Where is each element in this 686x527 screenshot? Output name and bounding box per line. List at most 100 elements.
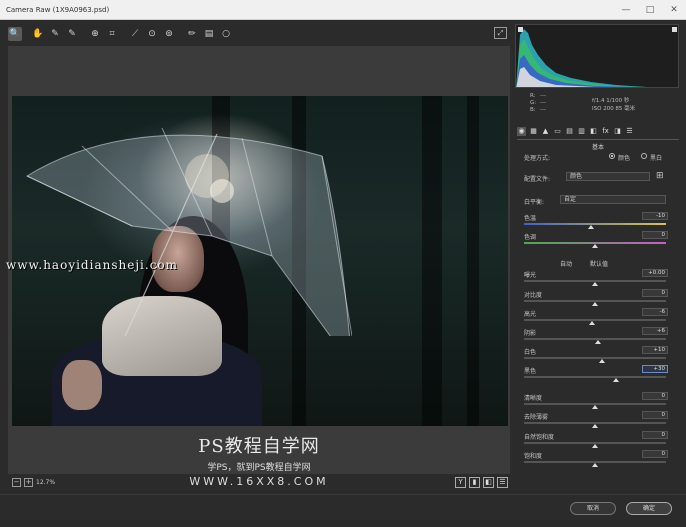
- targeted-adjustment-tool-icon[interactable]: ⊕: [88, 27, 102, 41]
- slider-value-input[interactable]: +30: [642, 365, 668, 373]
- slider-track[interactable]: [524, 376, 666, 382]
- slider-track[interactable]: [524, 461, 666, 467]
- profile-browser-icon[interactable]: ⊞: [656, 171, 668, 181]
- slider-thumb[interactable]: [592, 424, 598, 428]
- brand-watermark-url: WWW.16XX8.COM: [189, 475, 329, 488]
- slider-value-input[interactable]: 0: [642, 450, 668, 458]
- slider-thumb[interactable]: [587, 225, 594, 229]
- radial-filter-icon[interactable]: ○: [219, 27, 233, 41]
- detail-tab-icon[interactable]: ▲: [541, 127, 550, 136]
- hand-tool-icon[interactable]: ✋: [31, 27, 45, 41]
- slider-track[interactable]: [524, 223, 666, 229]
- basic-tab-icon[interactable]: ◉: [517, 126, 526, 136]
- close-button[interactable]: ✕: [662, 1, 686, 19]
- slider-value-input[interactable]: -10: [642, 212, 668, 220]
- slider-track[interactable]: [524, 422, 666, 428]
- slider-thumb[interactable]: [594, 340, 601, 344]
- auto-button[interactable]: 自动: [560, 261, 572, 268]
- slider-label: 去除薄雾: [524, 414, 549, 421]
- slider-label: 色温: [524, 215, 537, 222]
- slider-value-input[interactable]: 0: [642, 431, 668, 439]
- preview-preferences-button[interactable]: ☰: [497, 477, 508, 488]
- before-after-toggle-button[interactable]: Y: [455, 477, 466, 488]
- slider-track[interactable]: [524, 242, 666, 248]
- straighten-tool-icon[interactable]: ⟋: [128, 27, 142, 41]
- slider-row: 高光 -6: [524, 308, 674, 318]
- slider-thumb[interactable]: [592, 302, 598, 306]
- slider-thumb[interactable]: [592, 282, 598, 286]
- slider-thumb[interactable]: [592, 405, 598, 409]
- swap-view-button[interactable]: ▮: [469, 477, 480, 488]
- copy-settings-button[interactable]: ◧: [483, 477, 494, 488]
- maximize-button[interactable]: □: [638, 1, 662, 19]
- slider-value-input[interactable]: +10: [642, 346, 668, 354]
- treatment-color-radio[interactable]: [609, 153, 615, 159]
- slider-track[interactable]: [524, 403, 666, 409]
- zoom-in-button[interactable]: +: [24, 478, 33, 487]
- presets-tab-icon[interactable]: ☰: [625, 127, 634, 136]
- split-toning-tab-icon[interactable]: ▤: [565, 127, 574, 136]
- slider-track[interactable]: [524, 357, 666, 363]
- fx-tab-icon[interactable]: fx: [601, 127, 610, 136]
- slider-row: 清晰度 0: [524, 392, 674, 402]
- slider-thumb[interactable]: [592, 244, 598, 248]
- slider-track[interactable]: [524, 300, 666, 306]
- slider-thumb[interactable]: [592, 444, 598, 448]
- tone-curve-tab-icon[interactable]: ▦: [529, 127, 538, 136]
- slider-track[interactable]: [524, 338, 666, 344]
- cancel-button[interactable]: 取消: [570, 502, 616, 515]
- histogram: [515, 24, 679, 88]
- slider-row: 色温 -10: [524, 212, 674, 222]
- adjustment-brush-icon[interactable]: ✏: [185, 27, 199, 41]
- slider-value-input[interactable]: 0: [642, 289, 668, 297]
- spot-removal-tool-icon[interactable]: ⊙: [145, 27, 159, 41]
- default-button[interactable]: 默认值: [590, 261, 608, 268]
- zoom-level-select[interactable]: 12.7%: [36, 479, 60, 486]
- umbrella-graphic: [25, 127, 352, 336]
- white-balance-select[interactable]: 自定: [560, 195, 666, 204]
- slider-thumb[interactable]: [592, 463, 598, 467]
- slider-label: 对比度: [524, 292, 543, 299]
- profile-select[interactable]: 颜色: [566, 172, 650, 181]
- slider-thumb[interactable]: [599, 359, 606, 363]
- tree-trunk: [467, 96, 479, 426]
- slider-value-input[interactable]: 0: [642, 231, 668, 239]
- red-eye-tool-icon[interactable]: ⊚: [162, 27, 176, 41]
- b-value: ---: [540, 107, 546, 113]
- slider-thumb[interactable]: [613, 378, 620, 382]
- effects-tab-icon[interactable]: ◧: [589, 127, 598, 136]
- exposure-info: f/1.4 1/100 秒: [592, 98, 630, 104]
- shadow-clipping-warning-icon[interactable]: [518, 27, 523, 32]
- slider-track[interactable]: [524, 442, 666, 448]
- slider-thumb[interactable]: [589, 321, 596, 325]
- color-sampler-tool-icon[interactable]: ✎: [65, 27, 79, 41]
- calibration-tab-icon[interactable]: ◨: [613, 127, 622, 136]
- treatment-label: 处理方式:: [524, 155, 551, 162]
- graduated-filter-icon[interactable]: ▤: [202, 27, 216, 41]
- crop-tool-icon[interactable]: ⌗: [105, 27, 119, 41]
- slider-value-input[interactable]: 0: [642, 411, 668, 419]
- white-balance-tool-icon[interactable]: ✎: [48, 27, 62, 41]
- tool-bar: 🔍 ✋ ✎ ✎ ⊕ ⌗ ⟋ ⊙ ⊚ ✏ ▤ ○: [8, 24, 508, 44]
- slider-value-input[interactable]: -6: [642, 308, 668, 316]
- slider-value-input[interactable]: +6: [642, 327, 668, 335]
- hsl-tab-icon[interactable]: ▭: [553, 127, 562, 136]
- ok-button[interactable]: 确定: [626, 502, 672, 515]
- site-watermark: www.haoyidiansheji.com: [6, 258, 179, 272]
- slider-label: 饱和度: [524, 453, 543, 460]
- slider-value-input[interactable]: +0.00: [642, 269, 668, 277]
- fullscreen-button[interactable]: ⤢: [494, 27, 507, 39]
- highlight-clipping-warning-icon[interactable]: [672, 27, 677, 32]
- slider-track[interactable]: [524, 319, 666, 325]
- slider-track[interactable]: [524, 280, 666, 286]
- panel-title: 基本: [517, 139, 679, 151]
- window-titlebar: Camera Raw (1X9A0963.psd) — □ ✕: [0, 0, 686, 20]
- slider-label: 自然饱和度: [524, 434, 555, 441]
- slider-row: 阴影 +6: [524, 327, 674, 337]
- lens-corrections-tab-icon[interactable]: ▥: [577, 127, 586, 136]
- slider-value-input[interactable]: 0: [642, 392, 668, 400]
- zoom-tool-icon[interactable]: 🔍: [8, 27, 22, 41]
- treatment-bw-radio[interactable]: [641, 153, 647, 159]
- minimize-button[interactable]: —: [614, 1, 638, 19]
- zoom-out-button[interactable]: −: [12, 478, 21, 487]
